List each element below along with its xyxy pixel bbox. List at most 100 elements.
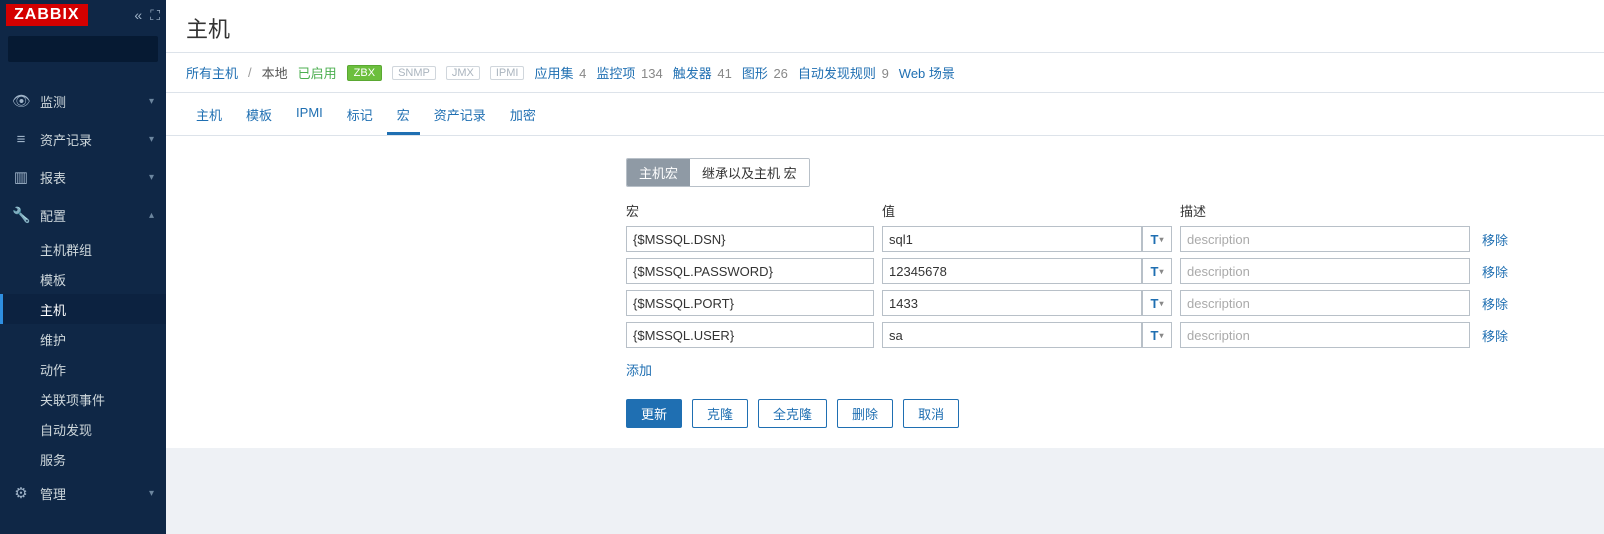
macro-value-input[interactable] [882, 226, 1142, 252]
sidebar: ZABBIX « ⛶ 🔍 👁 监测 ▾ ≡ 资产记录 ▾ ▥ 报表 ▾ 🔧 [0, 0, 166, 534]
macro-name-input[interactable] [626, 258, 874, 284]
tab-ipmi[interactable]: IPMI [286, 99, 333, 135]
macro-desc-input[interactable] [1180, 226, 1470, 252]
remove-macro-link[interactable]: 移除 [1482, 230, 1508, 249]
macro-name-input[interactable] [626, 290, 874, 316]
link-applications[interactable]: 应用集 [534, 66, 573, 81]
count-graphs: 26 [773, 66, 787, 81]
cancel-button[interactable]: 取消 [903, 399, 959, 428]
search-box[interactable]: 🔍 [8, 36, 158, 62]
clone-button[interactable]: 克隆 [692, 399, 748, 428]
toggle-inherited-macros[interactable]: 继承以及主机 宏 [690, 159, 809, 186]
macro-type-button[interactable]: T▾ [1142, 322, 1172, 348]
chevron-down-icon: ▾ [149, 96, 154, 107]
nav-label: 资产记录 [40, 130, 92, 149]
tab-templates[interactable]: 模板 [236, 99, 282, 135]
fullscreen-icon[interactable]: ⛶ [150, 7, 160, 24]
count-triggers: 41 [717, 66, 731, 81]
toggle-host-macros[interactable]: 主机宏 [627, 159, 690, 186]
macro-name-input[interactable] [626, 226, 874, 252]
page-title: 主机 [166, 0, 1604, 52]
badge-jmx: JMX [446, 66, 480, 80]
sidebar-item-correlation[interactable]: 关联项事件 [0, 384, 166, 414]
macro-type-button[interactable]: T▾ [1142, 290, 1172, 316]
macro-desc-input[interactable] [1180, 322, 1470, 348]
chevron-down-icon: ▾ [1159, 331, 1163, 340]
macro-desc-input[interactable] [1180, 290, 1470, 316]
link-discovery[interactable]: 自动发现规则 [798, 66, 876, 81]
breadcrumb: 所有主机 / 本地 已启用 ZBX SNMP JMX IPMI 应用集 4 监控… [166, 53, 1604, 93]
nav-monitoring[interactable]: 👁 监测 ▾ [0, 82, 166, 120]
eye-icon: 👁 [12, 92, 30, 110]
full-clone-button[interactable]: 全克隆 [758, 399, 827, 428]
tab-host[interactable]: 主机 [186, 99, 232, 135]
list-icon: ≡ [12, 131, 30, 148]
logo: ZABBIX [6, 4, 88, 26]
sidebar-item-hostgroups[interactable]: 主机群组 [0, 234, 166, 264]
tab-macros[interactable]: 宏 [387, 99, 420, 135]
bar-chart-icon: ▥ [12, 168, 30, 186]
sidebar-item-services[interactable]: 服务 [0, 444, 166, 474]
nav-label: 配置 [40, 206, 66, 225]
macro-value-input[interactable] [882, 258, 1142, 284]
sidebar-item-maintenance[interactable]: 维护 [0, 324, 166, 354]
macro-row: T▾ 移除 [626, 290, 1584, 316]
link-web[interactable]: Web 场景 [899, 66, 955, 81]
nav-label: 报表 [40, 168, 66, 187]
sidebar-item-templates[interactable]: 模板 [0, 264, 166, 294]
tab-inventory[interactable]: 资产记录 [424, 99, 496, 135]
crumb-current: 本地 [262, 63, 288, 82]
chevron-down-icon: ▾ [1159, 235, 1163, 244]
link-graphs[interactable]: 图形 [742, 66, 768, 81]
badge-ipmi: IPMI [490, 66, 525, 80]
delete-button[interactable]: 删除 [837, 399, 893, 428]
count-discovery: 9 [882, 66, 889, 81]
add-macro-link[interactable]: 添加 [626, 360, 652, 379]
link-triggers[interactable]: 触发器 [673, 66, 712, 81]
macro-type-button[interactable]: T▾ [1142, 258, 1172, 284]
badge-zbx: ZBX [347, 65, 382, 81]
macro-name-input[interactable] [626, 322, 874, 348]
header-macro: 宏 [626, 201, 874, 220]
nav-label: 管理 [40, 484, 66, 503]
macro-row: T▾ 移除 [626, 258, 1584, 284]
sidebar-header: ZABBIX « ⛶ [0, 0, 166, 30]
nav-administration[interactable]: ⚙ 管理 ▾ [0, 474, 166, 512]
macro-value-input[interactable] [882, 322, 1142, 348]
subtabs: 主机 模板 IPMI 标记 宏 资产记录 加密 [166, 93, 1604, 136]
form-actions: 更新 克隆 全克隆 删除 取消 [626, 399, 1584, 428]
nav-label: 监测 [40, 92, 66, 111]
nav-inventory[interactable]: ≡ 资产记录 ▾ [0, 120, 166, 158]
chevron-down-icon: ▾ [149, 172, 154, 183]
collapse-icon[interactable]: « [134, 7, 142, 24]
macro-value-input[interactable] [882, 290, 1142, 316]
nav-configuration[interactable]: 🔧 配置 ▴ [0, 196, 166, 234]
sidebar-item-actions[interactable]: 动作 [0, 354, 166, 384]
update-button[interactable]: 更新 [626, 399, 682, 428]
nav-reports[interactable]: ▥ 报表 ▾ [0, 158, 166, 196]
chevron-down-icon: ▾ [149, 488, 154, 499]
chevron-down-icon: ▾ [149, 134, 154, 145]
macro-row: T▾ 移除 [626, 322, 1584, 348]
macro-scope-toggle: 主机宏 继承以及主机 宏 [626, 158, 810, 187]
gear-icon: ⚙ [12, 484, 30, 502]
macro-column-headers: 宏 值 描述 [626, 201, 1584, 220]
remove-macro-link[interactable]: 移除 [1482, 294, 1508, 313]
macro-type-button[interactable]: T▾ [1142, 226, 1172, 252]
count-applications: 4 [579, 66, 586, 81]
macro-desc-input[interactable] [1180, 258, 1470, 284]
macro-editor: 主机宏 继承以及主机 宏 宏 值 描述 T▾ [166, 136, 1604, 448]
link-items[interactable]: 监控项 [596, 66, 635, 81]
remove-macro-link[interactable]: 移除 [1482, 326, 1508, 345]
badge-snmp: SNMP [392, 66, 436, 80]
tab-encryption[interactable]: 加密 [500, 99, 546, 135]
remove-macro-link[interactable]: 移除 [1482, 262, 1508, 281]
main: 主机 所有主机 / 本地 已启用 ZBX SNMP JMX IPMI 应用集 4… [166, 0, 1604, 534]
tab-tags[interactable]: 标记 [337, 99, 383, 135]
search-input[interactable] [14, 42, 190, 57]
sidebar-item-discovery[interactable]: 自动发现 [0, 414, 166, 444]
header-value: 值 [882, 201, 1172, 220]
chevron-down-icon: ▾ [1159, 267, 1163, 276]
sidebar-item-hosts[interactable]: 主机 [0, 294, 166, 324]
crumb-all-hosts[interactable]: 所有主机 [186, 63, 238, 82]
